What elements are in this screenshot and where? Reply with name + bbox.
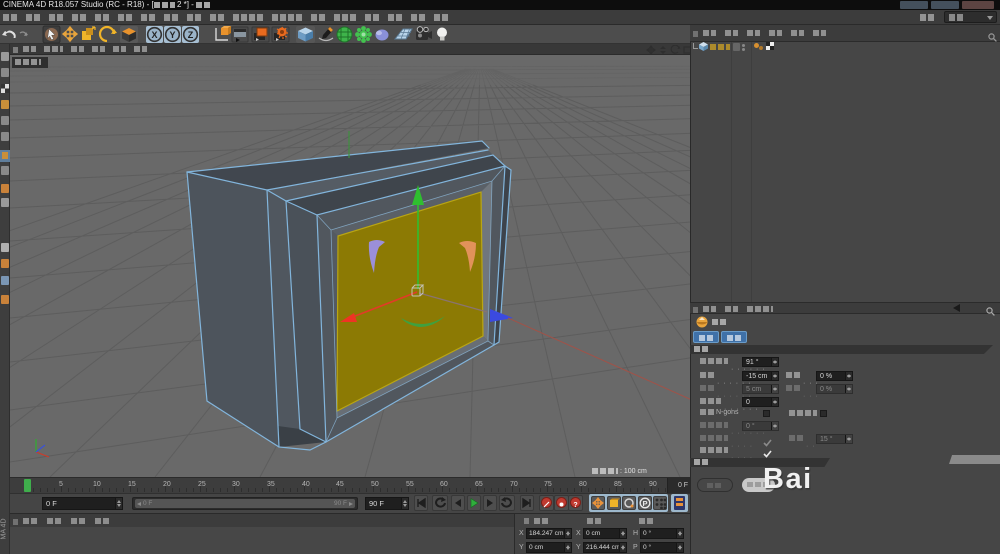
svg-text:?: ? [573,502,577,509]
svg-text:P: P [642,499,647,508]
svg-text:Y: Y [169,30,175,40]
svg-text:X: X [151,30,157,40]
svg-text:Z: Z [188,30,194,40]
